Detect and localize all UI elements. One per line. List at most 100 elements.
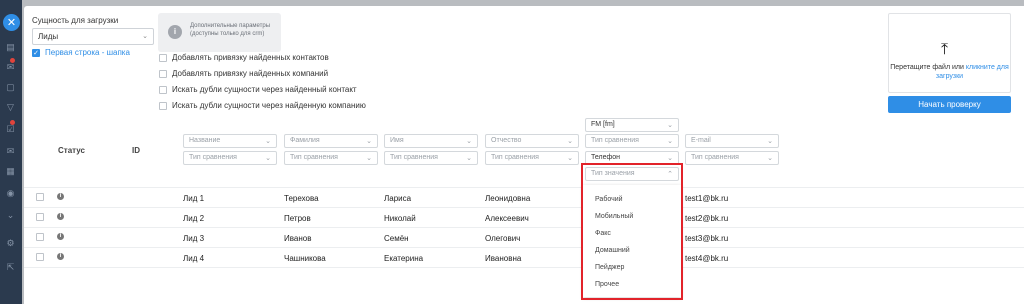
row-checkbox[interactable] — [36, 253, 44, 261]
chevron-down-icon: ⌄ — [466, 138, 472, 145]
notification-badge — [10, 58, 15, 63]
checkbox[interactable] — [159, 69, 167, 78]
chevron-down-icon: ⌄ — [366, 155, 372, 162]
info-icon[interactable]: i — [57, 213, 64, 220]
field-select-value: E-mail — [691, 137, 711, 144]
cell-lastname: Петров — [284, 214, 311, 223]
cell-name: Лид 3 — [183, 234, 205, 243]
field-select-value: Название — [189, 137, 221, 144]
row-divider — [24, 207, 1024, 208]
cell-middlename: Алексеевич — [485, 214, 529, 223]
chevron-down-icon: ⌄ — [667, 138, 673, 145]
chevron-down-icon: ⌄ — [767, 138, 773, 145]
row-divider — [24, 267, 1024, 268]
upload-icon: ⤒ — [941, 41, 949, 58]
compare-select-firstname[interactable]: Тип сравнения ⌄ — [384, 151, 478, 165]
chevron-down-icon: ⌄ — [567, 155, 573, 162]
row-divider — [24, 187, 1024, 188]
checkbox[interactable] — [159, 53, 167, 62]
file-dropzone[interactable]: ⤒ Перетащите файл или кликните для загру… — [888, 13, 1011, 93]
field-select-lastname[interactable]: Фамилия ⌄ — [284, 134, 378, 148]
cell-middlename: Ивановна — [485, 254, 522, 263]
option-dupes-contact[interactable]: Искать дубли сущности через найденный ко… — [159, 85, 357, 94]
cell-email: test3@bk.ru — [685, 234, 729, 243]
mail-icon[interactable]: ✉ — [4, 146, 17, 157]
row-divider — [24, 227, 1024, 228]
checkbox-checked-icon[interactable]: ✓ — [32, 48, 40, 57]
tasks-badge — [10, 120, 15, 125]
compare-select-lastname[interactable]: Тип сравнения ⌄ — [284, 151, 378, 165]
compare-select-value: Тип сравнения — [290, 154, 338, 161]
field-select-value: Фамилия — [290, 137, 320, 144]
field-select-value: Отчество — [491, 137, 522, 144]
row-checkbox[interactable] — [36, 213, 44, 221]
export-icon[interactable]: ⇱ — [4, 262, 17, 273]
info-box: i Дополнительные параметры (доступны тол… — [158, 13, 281, 52]
apps-icon[interactable]: ◉ — [4, 188, 17, 199]
compare-select-name[interactable]: Тип сравнения ⌄ — [183, 151, 277, 165]
chevron-down-icon[interactable]: ⌄ — [4, 210, 17, 221]
compare-select-value: Тип сравнения — [390, 154, 438, 161]
chat-icon[interactable]: ✉ — [4, 62, 17, 73]
cell-lastname: Иванов — [284, 234, 312, 243]
subfield-select-value: Телефон — [591, 154, 621, 161]
chevron-down-icon: ⌄ — [265, 138, 271, 145]
option-label: Добавлять привязку найденных компаний — [172, 69, 329, 78]
chevron-down-icon: ⌄ — [767, 155, 773, 162]
entity-select[interactable]: Лиды ⌄ — [32, 28, 154, 45]
row-checkbox[interactable] — [36, 193, 44, 201]
chevron-down-icon: ⌄ — [466, 155, 472, 162]
import-modal: Сущность для загрузки Лиды ⌄ ✓ Первая ст… — [24, 6, 1024, 304]
entity-select-value: Лиды — [38, 32, 59, 41]
compare-select-value: Тип сравнения — [691, 154, 739, 161]
field-select-name[interactable]: Название ⌄ — [183, 134, 277, 148]
option-contacts-link[interactable]: Добавлять привязку найденных контактов — [159, 53, 329, 62]
field-select-middlename[interactable]: Отчество ⌄ — [485, 134, 579, 148]
cell-firstname: Екатерина — [384, 254, 424, 263]
start-check-button[interactable]: Начать проверку — [888, 96, 1011, 113]
compare-select-phone[interactable]: Тип сравнения ⌄ — [585, 134, 679, 148]
checkbox[interactable] — [159, 85, 167, 94]
cell-name: Лид 2 — [183, 214, 205, 223]
document-icon[interactable]: ▢ — [4, 82, 17, 93]
option-label: Добавлять привязку найденных контактов — [172, 53, 329, 62]
compare-select-email[interactable]: Тип сравнения ⌄ — [685, 151, 779, 165]
field-select-email[interactable]: E-mail ⌄ — [685, 134, 779, 148]
cell-name: Лид 1 — [183, 194, 205, 203]
column-header-status: Статус — [58, 146, 85, 155]
tasks-icon[interactable]: ☑ — [4, 124, 17, 135]
option-companies-link[interactable]: Добавлять привязку найденных компаний — [159, 69, 328, 78]
chevron-down-icon: ⌄ — [265, 155, 271, 162]
cell-lastname: Чашникова — [284, 254, 326, 263]
left-rail: ✕ ▤ ✉ ▢ ▽ ☑ ✉ ▦ ◉ ⌄ ⚙ ⇱ — [0, 0, 22, 304]
compare-select-middlename[interactable]: Тип сравнения ⌄ — [485, 151, 579, 165]
field-select-phone[interactable]: FM [fm] ⌄ — [585, 118, 679, 132]
option-label: Искать дубли сущности через найденный ко… — [172, 85, 357, 94]
cell-email: test1@bk.ru — [685, 194, 729, 203]
info-text: Дополнительные параметры (доступны тольк… — [190, 23, 271, 37]
option-dupes-company[interactable]: Искать дубли сущности через найденную ко… — [159, 101, 366, 110]
calendar-icon[interactable]: ▦ — [4, 166, 17, 177]
chevron-down-icon: ⌄ — [667, 155, 673, 162]
header-row-checkbox[interactable]: ✓ Первая строка - шапка — [32, 48, 130, 57]
checkbox[interactable] — [159, 101, 167, 110]
row-divider — [24, 247, 1024, 248]
cell-email: test4@bk.ru — [685, 254, 729, 263]
close-icon[interactable]: ✕ — [3, 14, 20, 31]
row-checkbox[interactable] — [36, 233, 44, 241]
info-icon[interactable]: i — [57, 233, 64, 240]
compare-select-value: Тип сравнения — [491, 154, 539, 161]
info-icon[interactable]: i — [57, 253, 64, 260]
filter-icon[interactable]: ▽ — [4, 102, 17, 113]
widget-icon[interactable]: ▤ — [4, 42, 17, 53]
gear-icon[interactable]: ⚙ — [4, 238, 17, 249]
highlight-box — [581, 163, 683, 300]
field-select-firstname[interactable]: Имя ⌄ — [384, 134, 478, 148]
compare-select-value: Тип сравнения — [189, 154, 237, 161]
header-row-label: Первая строка - шапка — [45, 48, 130, 57]
cell-middlename: Леонидовна — [485, 194, 531, 203]
chevron-down-icon: ⌄ — [667, 122, 673, 129]
option-label: Искать дубли сущности через найденную ко… — [172, 101, 366, 110]
chevron-down-icon: ⌄ — [567, 138, 573, 145]
info-icon[interactable]: i — [57, 193, 64, 200]
